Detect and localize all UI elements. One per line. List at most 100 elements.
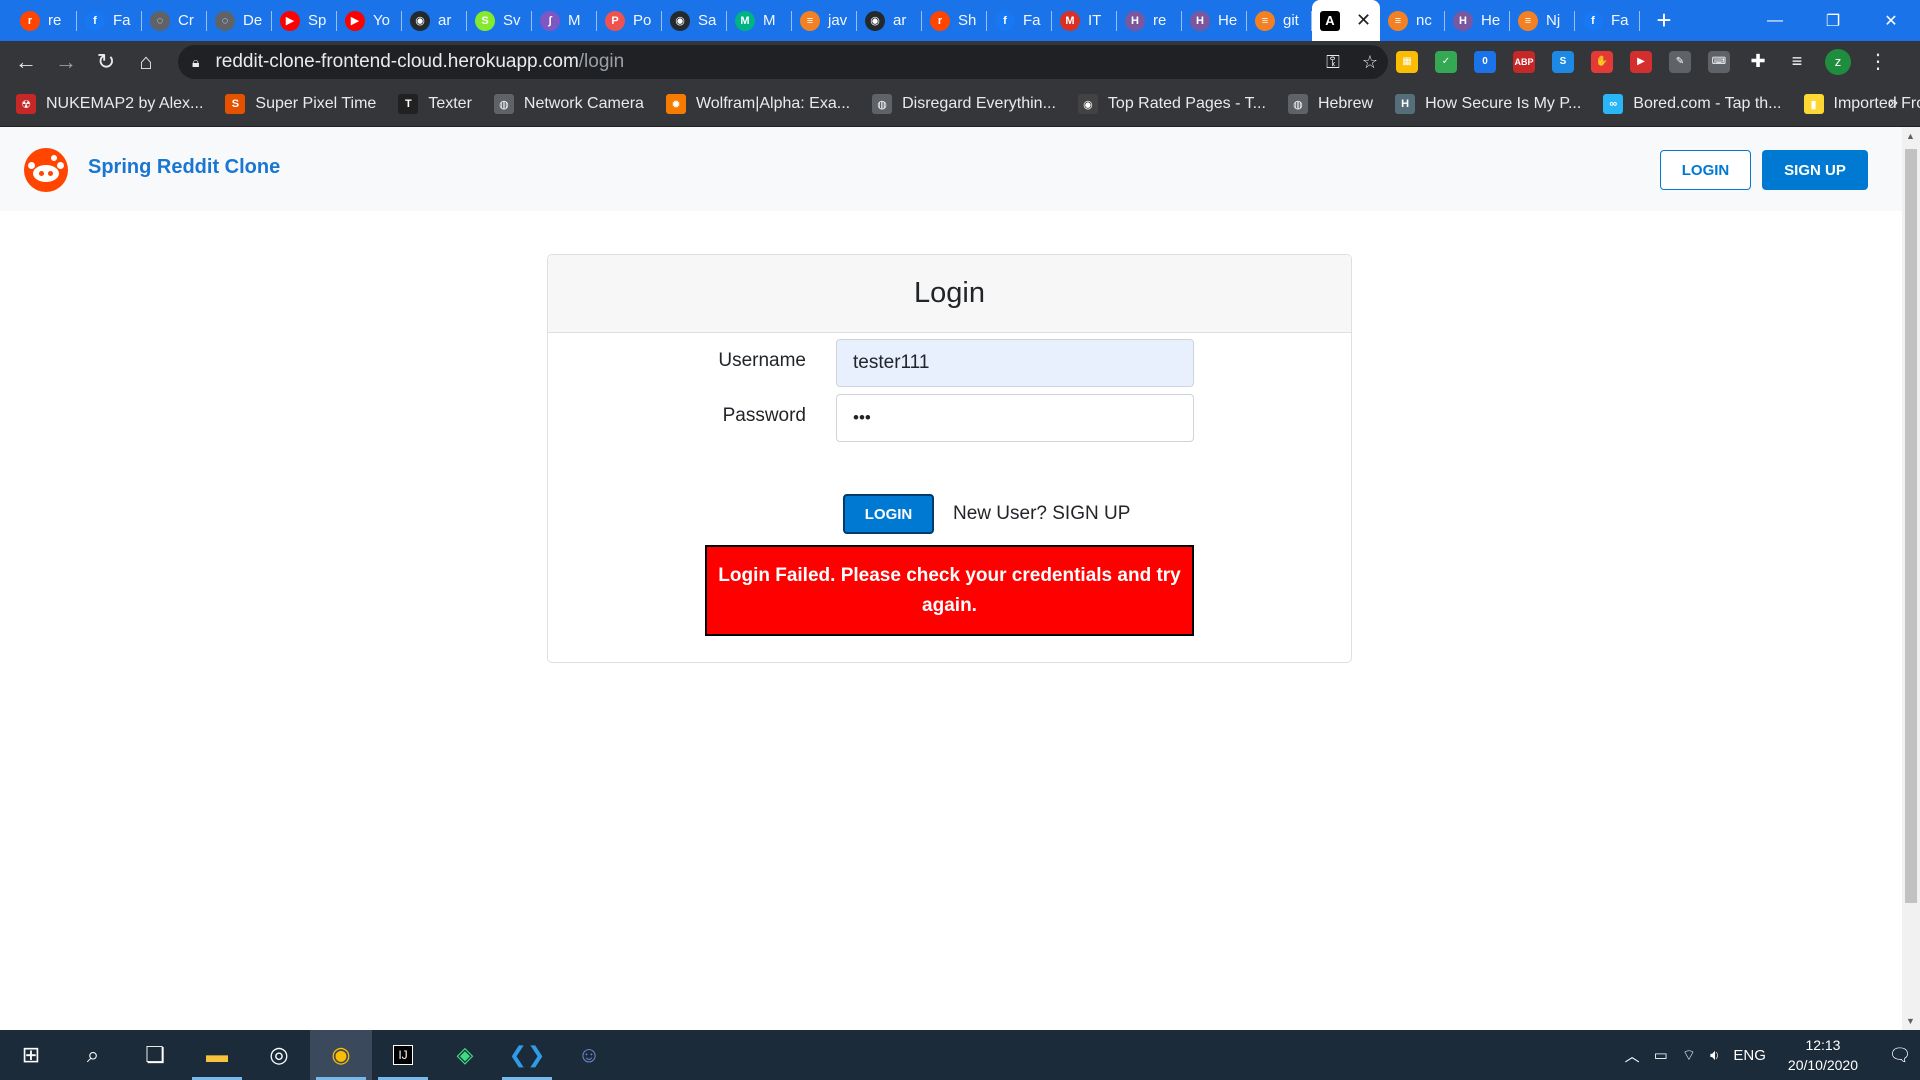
browser-tab[interactable]: H He	[1445, 0, 1510, 41]
browser-tab[interactable]: ◌ De	[207, 0, 272, 41]
reddit-logo-icon[interactable]	[24, 148, 68, 192]
browser-tab[interactable]: S Sv	[467, 0, 532, 41]
bookmark-item[interactable]: ∞ Bored.com - Tap th...	[1603, 94, 1782, 114]
shield-extension-icon[interactable]: ✓	[1435, 50, 1457, 73]
browser-tab[interactable]: Hre	[1117, 0, 1182, 41]
bookmark-favicon-icon: ◍	[1287, 94, 1308, 114]
more-bookmarks-icon[interactable]: »	[1889, 94, 1898, 112]
bookmark-item[interactable]: S Super Pixel Time	[225, 94, 376, 114]
adblock-icon[interactable]: ABP	[1513, 50, 1535, 73]
s-extension-icon[interactable]: S	[1552, 50, 1574, 73]
bookmark-item[interactable]: ✹ Wolfram|Alpha: Exa...	[665, 94, 850, 114]
browser-tab[interactable]: ▶ Sp	[272, 0, 337, 41]
bookmark-item[interactable]: ◉ Top Rated Pages - T...	[1077, 94, 1266, 114]
keyboard-extension-icon[interactable]: ⌨	[1708, 50, 1730, 73]
browser-tab[interactable]: ≡ git	[1247, 0, 1312, 41]
header-login-button[interactable]: LOGIN	[1660, 150, 1751, 190]
bookmark-item[interactable]: ▮ Imported From Fire...	[1803, 94, 1920, 114]
intellij-icon[interactable]: IJ	[372, 1030, 434, 1080]
scroll-down-icon[interactable]: ▼	[1906, 1016, 1915, 1026]
browser-tab[interactable]: f Fa	[1575, 0, 1640, 41]
badge-extension-icon[interactable]: 0	[1474, 50, 1496, 73]
volume-icon[interactable]: 🔉︎	[1710, 1047, 1719, 1064]
back-arrow-icon[interactable]: ←	[6, 42, 46, 82]
puzzle-extensions-icon[interactable]: ✚	[1747, 51, 1769, 73]
signup-link[interactable]: New User? SIGN UP	[953, 503, 1130, 525]
clock[interactable]: 12:13 20/10/2020	[1788, 1035, 1858, 1075]
close-tab-icon[interactable]: ✕	[1356, 10, 1371, 31]
tab-label: Fa	[1023, 12, 1041, 29]
browser-tab[interactable]: f Fa	[77, 0, 142, 41]
password-input[interactable]: •••	[836, 394, 1194, 442]
stackoverflow-icon: ≡	[1255, 10, 1275, 31]
browser-tab[interactable]: f Fa	[987, 0, 1052, 41]
scroll-up-icon[interactable]: ▲	[1906, 131, 1915, 141]
browser-tab[interactable]: H He	[1182, 0, 1247, 41]
browser-tab[interactable]: ≡ Nj	[1510, 0, 1575, 41]
browser-tab[interactable]: ≡ jav	[792, 0, 857, 41]
forward-arrow-icon[interactable]: →	[46, 42, 86, 82]
bookmark-item[interactable]: ☢ NUKEMAP2 by Alex...	[16, 94, 203, 114]
vscode-icon[interactable]: ❮❯	[496, 1030, 558, 1080]
bookmark-item[interactable]: ◍ Network Camera	[493, 94, 644, 114]
tray-chevron-icon[interactable]: ︿	[1625, 1045, 1640, 1066]
browser-tab[interactable]: ▶ Yo	[337, 0, 402, 41]
username-input[interactable]	[836, 339, 1194, 387]
brand-title[interactable]: Spring Reddit Clone	[88, 156, 280, 179]
close-window-icon[interactable]: ✕	[1862, 0, 1920, 41]
browser-tab[interactable]: ◉ ar	[402, 0, 467, 41]
language-indicator[interactable]: ENG	[1733, 1047, 1766, 1064]
steam-icon[interactable]: ◎	[248, 1030, 310, 1080]
browser-tab[interactable]: ◌ Cr	[142, 0, 207, 41]
tab-label: He	[1481, 12, 1501, 29]
windows-start-icon[interactable]: ⊞	[0, 1030, 62, 1080]
browser-tab[interactable]: ◉ Sa	[662, 0, 727, 41]
pen-extension-icon[interactable]: ✎	[1669, 50, 1691, 73]
bookmark-item[interactable]: ◍ Hebrew	[1287, 94, 1373, 114]
hand-extension-icon[interactable]: ✋	[1591, 50, 1613, 73]
discord-icon[interactable]: ☺	[558, 1030, 620, 1080]
new-tab-icon[interactable]: +	[1644, 0, 1684, 41]
task-view-icon[interactable]: ❏	[124, 1030, 186, 1080]
reload-icon[interactable]: ↻	[86, 42, 126, 82]
file-explorer-icon[interactable]: ▬	[186, 1030, 248, 1080]
media-extension-icon[interactable]: ▶	[1630, 50, 1652, 73]
chrome-icon[interactable]: ◉	[310, 1030, 372, 1080]
browser-tab[interactable]: ∫ M	[532, 0, 597, 41]
scrollbar-thumb[interactable]	[1905, 149, 1917, 903]
minimize-icon[interactable]: —	[1746, 0, 1804, 41]
media-queue-icon[interactable]: ≡	[1786, 51, 1808, 73]
notification-center-icon[interactable]: 🗨︎	[1880, 1045, 1920, 1066]
browser-tab[interactable]: MM	[727, 0, 792, 41]
browser-menu-icon[interactable]: ⋮	[1868, 49, 1888, 74]
android-studio-icon[interactable]: ◈	[434, 1030, 496, 1080]
browser-tab[interactable]: M IT	[1052, 0, 1117, 41]
browser-tab[interactable]: ◉ ar	[857, 0, 922, 41]
key-icon[interactable]: ⚿	[1326, 52, 1340, 73]
bookmark-star-icon[interactable]: ☆	[1362, 52, 1378, 73]
bookmark-item[interactable]: T Texter	[398, 94, 472, 114]
bookmark-label: Bored.com - Tap th...	[1633, 95, 1782, 112]
wifi-icon[interactable]: ⌔	[1682, 1046, 1696, 1065]
browser-tab[interactable]: P Po	[597, 0, 662, 41]
bookmark-item[interactable]: H How Secure Is My P...	[1395, 94, 1581, 114]
colorful-extension-icon[interactable]: ▦	[1396, 50, 1418, 73]
login-submit-button[interactable]: LOGIN	[843, 494, 934, 534]
battery-icon[interactable]: ▭	[1654, 1046, 1668, 1064]
address-bar[interactable]: 🔒︎ reddit-clone-frontend-cloud.herokuapp…	[178, 45, 1388, 79]
tab-label: Yo	[373, 12, 390, 29]
restore-icon[interactable]: ❐	[1804, 0, 1862, 41]
page-scrollbar[interactable]: ▲ ▼	[1902, 127, 1920, 1030]
browser-tab[interactable]: ≡ nc	[1380, 0, 1445, 41]
active-browser-tab[interactable]: A ✕	[1312, 0, 1380, 41]
bookmark-label: Top Rated Pages - T...	[1107, 95, 1266, 112]
lock-icon[interactable]: 🔒︎	[192, 54, 199, 71]
bookmark-item[interactable]: ◍ Disregard Everythin...	[872, 94, 1056, 114]
search-icon[interactable]: ⌕	[62, 1030, 124, 1080]
header-signup-button[interactable]: SIGN UP	[1762, 150, 1868, 190]
profile-avatar[interactable]: z	[1825, 48, 1851, 75]
browser-tab[interactable]: r re	[12, 0, 77, 41]
home-icon[interactable]: ⌂	[126, 42, 166, 82]
browser-tab[interactable]: r Sh	[922, 0, 987, 41]
tab-label: Po	[633, 12, 652, 29]
